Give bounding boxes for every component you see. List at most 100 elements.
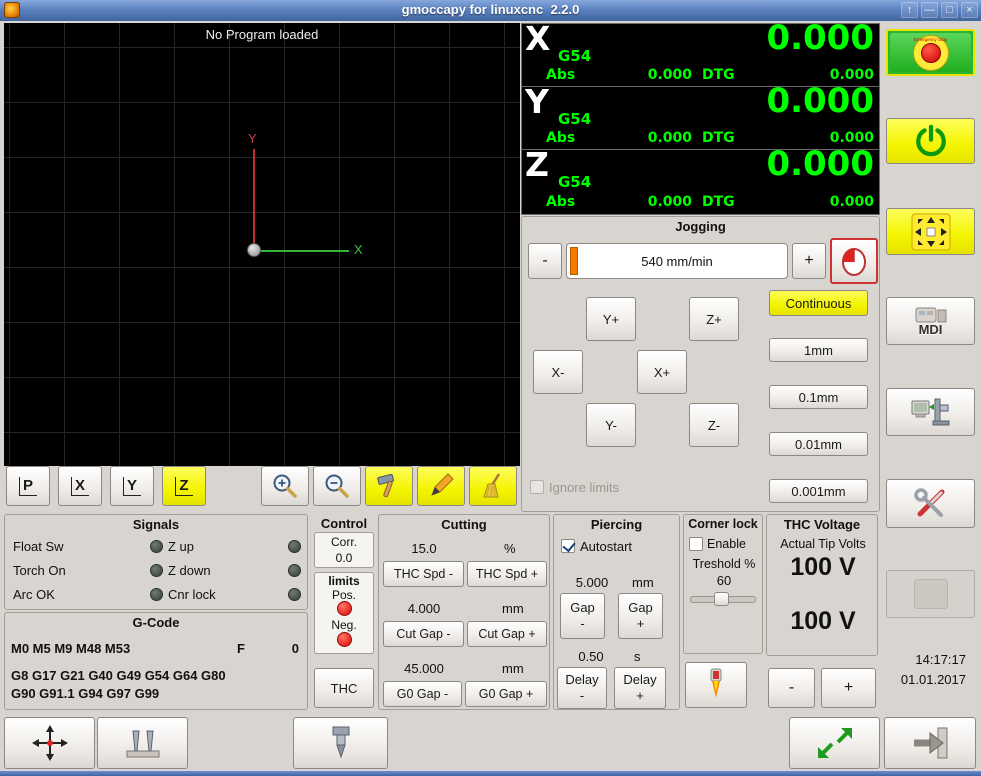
g0-gap-plus-button[interactable]: G0 Gap + (465, 681, 547, 707)
pierce-delay-plus-button[interactable]: Delay + (614, 667, 666, 709)
view-x-button[interactable]: X (58, 466, 102, 506)
spindle-tool-icon (332, 726, 349, 759)
pos-label: Pos. (331, 588, 356, 602)
pierce-gap-value: 5.000 (575, 575, 609, 590)
increment-1mm-button[interactable]: 1mm (769, 338, 868, 362)
jog-speed-slider[interactable]: 540 mm/min (566, 243, 788, 279)
g0-gap-minus-button[interactable]: G0 Gap - (383, 681, 462, 707)
time-text: 14:17:17 (915, 652, 966, 667)
coord-system: G54 (558, 47, 592, 65)
torch-on-led (150, 564, 163, 577)
jog-speed-faster-button[interactable]: + (792, 243, 826, 279)
control-title: Control (320, 516, 368, 531)
jog-y-minus-button[interactable]: Y- (586, 403, 636, 447)
signal-label-float-sw: Float Sw (13, 539, 64, 554)
jog-pad-icon (911, 213, 950, 250)
thc-voltage-panel: THC Voltage Actual Tip Volts 100 V 100 V (766, 514, 878, 656)
dro-row-z[interactable]: Z G54 0.000 Abs 0.000 DTG 0.000 (522, 145, 879, 213)
window-minimize-button[interactable]: — (921, 2, 938, 18)
gcode-preview-area[interactable]: No Program loaded Y X (4, 23, 520, 466)
autostart-checkbox[interactable] (561, 539, 575, 553)
pierce-delay-minus-button[interactable]: Delay - (557, 667, 607, 709)
hammer-icon (377, 473, 394, 498)
thc-button[interactable]: THC (314, 668, 374, 708)
abs-label: Abs (546, 194, 576, 210)
auto-mode-button[interactable] (886, 388, 975, 436)
corner-lock-title: Corner lock (688, 517, 758, 531)
torch-icon (710, 668, 722, 698)
view-p-label: P (18, 476, 37, 496)
machine-on-button[interactable] (886, 118, 975, 164)
thc-speed-value: 15.0 (411, 541, 437, 556)
increment-0.1mm-button[interactable]: 0.1mm (769, 385, 868, 409)
emergency-stop-button[interactable]: Emergency Stop (886, 29, 975, 76)
clear-plot-button[interactable] (469, 466, 517, 506)
increment-0.001mm-button[interactable]: 0.001mm (769, 479, 868, 503)
autostart-label: Autostart (580, 539, 633, 554)
dro-row-y[interactable]: Y G54 0.000 Abs 0.000 DTG 0.000 (522, 82, 879, 150)
coord-system: G54 (558, 110, 592, 128)
jog-x-plus-button[interactable]: X+ (637, 350, 687, 394)
pierce-gap-unit: mm (632, 575, 654, 590)
mouse-icon (842, 248, 866, 276)
settings-button[interactable] (886, 479, 975, 528)
disabled-icon-placeholder (913, 579, 948, 609)
no-program-message: No Program loaded (205, 27, 319, 42)
x-axis-label: X (354, 242, 363, 257)
window-rollup-button[interactable]: ↑ (901, 2, 918, 18)
window-close-button[interactable]: × (961, 2, 978, 18)
touch-off-button[interactable] (4, 717, 95, 769)
corr-display: Corr. 0.0 (314, 532, 374, 568)
jog-speed-slower-button[interactable]: - (528, 243, 562, 279)
view-y-button[interactable]: Y (110, 466, 154, 506)
view-z-button[interactable]: Z (162, 466, 206, 506)
x-axis-line (255, 250, 349, 252)
threshold-slider-handle[interactable] (714, 592, 729, 606)
exit-button[interactable] (884, 717, 976, 769)
zoom-out-button[interactable] (313, 466, 361, 506)
corner-lock-enable-checkbox[interactable] (689, 537, 703, 551)
tool-change-button[interactable] (293, 717, 388, 769)
jog-y-plus-button[interactable]: Y+ (586, 297, 636, 341)
broom-icon (483, 473, 501, 498)
fullscreen-button[interactable] (789, 717, 880, 769)
origin-marker (247, 243, 261, 257)
jog-x-minus-button[interactable]: X- (533, 350, 583, 394)
cut-gap-plus-button[interactable]: Cut Gap + (467, 621, 547, 647)
dtg-label: DTG (702, 67, 735, 83)
probe-button[interactable] (97, 717, 188, 769)
zoom-in-button[interactable] (261, 466, 309, 506)
float-sw-led (150, 540, 163, 553)
continuous-jog-button[interactable]: Continuous (769, 290, 868, 316)
window-maximize-button[interactable]: □ (941, 2, 958, 18)
power-icon (915, 124, 946, 157)
ignore-limits-checkbox[interactable] (530, 480, 544, 494)
volts-plus-button[interactable]: + (821, 668, 876, 708)
mdi-mode-button[interactable]: MDI (886, 297, 975, 345)
torch-button[interactable] (685, 662, 747, 708)
window-controls: ↑ — □ × (901, 2, 978, 18)
feed-label: F (237, 641, 245, 656)
thc-spd-plus-button[interactable]: THC Spd + (467, 561, 547, 587)
volts-minus-button[interactable]: - (768, 668, 815, 708)
cutting-panel: Cutting 15.0 % THC Spd - THC Spd + 4.000… (378, 514, 550, 710)
axis-value: 0.000 (766, 18, 874, 58)
edit-button[interactable] (417, 466, 465, 506)
pierce-gap-minus-button[interactable]: Gap - (560, 593, 605, 639)
pierce-gap-plus-button[interactable]: Gap + (618, 593, 663, 639)
probe-icon (126, 730, 159, 758)
jog-z-plus-button[interactable]: Z+ (689, 297, 739, 341)
turtle-rabbit-jog-button[interactable] (830, 238, 878, 284)
cut-gap-minus-button[interactable]: Cut Gap - (383, 621, 464, 647)
increment-0.01mm-button[interactable]: 0.01mm (769, 432, 868, 456)
corner-lock-enable-label: Enable (707, 537, 746, 551)
tool-dimensions-button[interactable] (365, 466, 413, 506)
jog-z-minus-button[interactable]: Z- (689, 403, 739, 447)
cnr-lock-led (288, 588, 301, 601)
manual-mode-button[interactable] (886, 208, 975, 255)
view-p-button[interactable]: P (6, 466, 50, 506)
machine-monitor-icon (911, 398, 949, 426)
gcode-title: G-Code (132, 615, 180, 630)
thc-spd-minus-button[interactable]: THC Spd - (383, 561, 464, 587)
dro-row-x[interactable]: X G54 0.000 Abs 0.000 DTG 0.000 (522, 19, 879, 87)
